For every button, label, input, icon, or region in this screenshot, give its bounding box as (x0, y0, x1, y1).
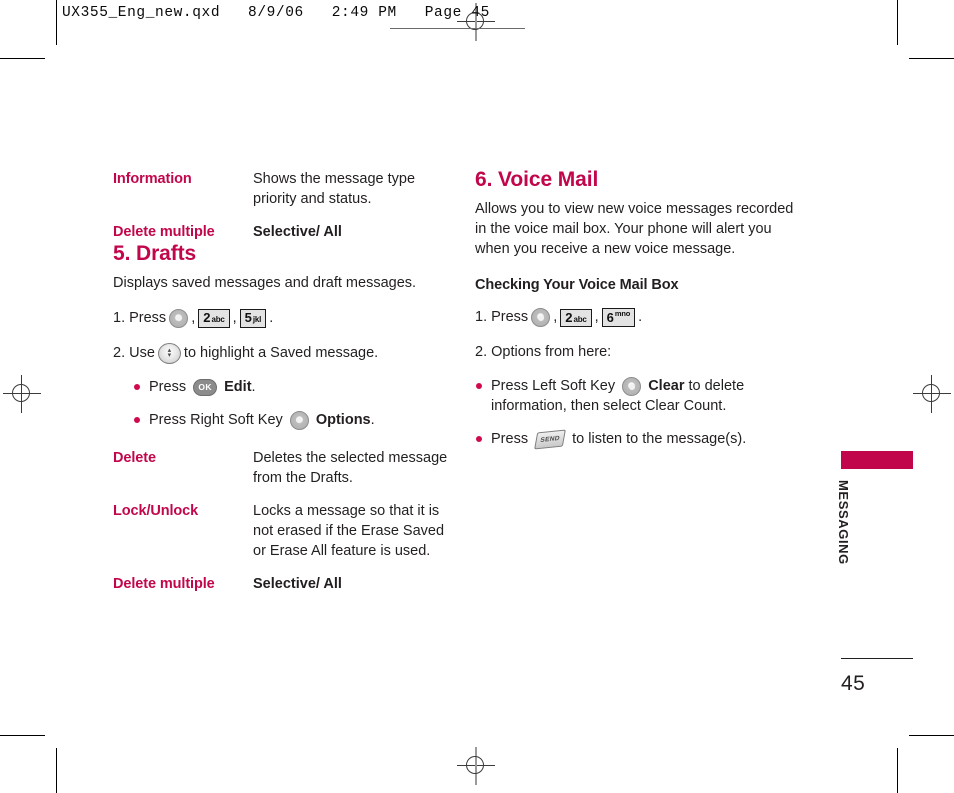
section-heading-voice-mail: 6. Voice Mail (475, 168, 599, 191)
step-separator: , (553, 309, 558, 326)
bullet-text-suffix: to listen to the message(s). (572, 431, 747, 448)
folio-rule (841, 658, 913, 659)
voice-mail-intro-text: Allows you to view new voice messages re… (475, 201, 794, 257)
definition-row-delete-multiple-top: Delete multiple Selective/ All (113, 222, 453, 242)
keypad-letters: jkl (252, 315, 262, 325)
crop-mark-top-left-vertical (56, 0, 57, 45)
center-key-icon (169, 308, 189, 328)
keypad-letters: abc (211, 315, 225, 325)
crop-mark-top-left-horizontal (0, 58, 45, 59)
bullet-press-left-soft-key-clear: Press Left Soft Key Clear to delete info… (475, 376, 805, 416)
side-tab-label-messaging: MESSAGING (836, 480, 851, 565)
bullet-press-send-listen: Press SEND to listen to the message(s). (475, 429, 805, 450)
definition-term: Delete multiple (113, 224, 215, 240)
definition-term: Delete multiple (113, 575, 215, 592)
definition-description: Selective/ All (253, 575, 342, 592)
bullet-bold-label: Edit (224, 378, 252, 395)
crop-mark-bottom-right-horizontal (909, 735, 954, 736)
step-end-period: . (638, 309, 643, 326)
step-text-suffix: to highlight a Saved message. (183, 344, 379, 361)
navigation-key-icon: ▴ ▾ (157, 342, 181, 364)
section-heading-drafts: 5. Drafts (113, 242, 197, 265)
bullet-text: Press (491, 431, 529, 448)
side-tab-color-bar (841, 451, 913, 469)
crop-mark-bottom-left-horizontal (0, 735, 45, 736)
definition-row-lock-unlock: Lock/Unlock Locks a message so that it i… (113, 501, 453, 561)
subheading-checking-voice-mail-box: Checking Your Voice Mail Box (475, 277, 679, 294)
bullet-period: . (370, 411, 375, 428)
definition-row-information: Information Shows the message type prior… (113, 169, 453, 209)
step-text: 2. Use (113, 344, 155, 361)
keypad-digit: 5 (244, 310, 252, 326)
keypad-letters: mno (614, 309, 631, 319)
right-column: 6. Voice Mail Allows you to view new voi… (475, 168, 805, 450)
bullet-text: Press Left Soft Key (491, 378, 616, 395)
bullet-press-edit: Press OK Edit. (133, 377, 453, 397)
keypad-key-5-icon: 5jkl (239, 309, 267, 328)
keypad-key-6-icon: 6mno (601, 308, 636, 328)
definition-term: Delete (113, 449, 156, 466)
keypad-key-2-icon: 2abc (560, 308, 592, 328)
definition-term: Information (113, 171, 192, 187)
ok-key-icon: OK (193, 378, 218, 396)
definition-row-delete-multiple-bottom: Delete multiple Selective/ All (113, 574, 453, 594)
crop-mark-bottom-left-vertical (56, 748, 57, 793)
bullet-bold-label: Options (315, 411, 371, 428)
bullet-bold-label: Clear (648, 378, 685, 395)
drafts-step-1: 1. Press , 2abc , 5jkl . (113, 308, 453, 329)
step-text: 1. Press (475, 309, 529, 326)
bullet-text: Press (149, 378, 187, 395)
voice-mail-step-1: 1. Press , 2abc , 6mno . (475, 307, 805, 328)
definition-description: Selective/ All (253, 224, 342, 240)
left-column: Information Shows the message type prior… (113, 168, 453, 594)
slug-rule (390, 28, 525, 29)
definition-term: Lock/Unlock (113, 502, 199, 519)
step-separator: , (191, 309, 196, 326)
keypad-digit: 2 (203, 310, 211, 326)
keypad-digit: 6 (606, 309, 614, 325)
definition-row-delete: Delete Deletes the selected message from… (113, 448, 453, 488)
registration-mark-left (3, 375, 41, 413)
crop-mark-top-right-vertical (897, 0, 898, 45)
registration-mark-right (913, 375, 951, 413)
keypad-key-2-icon: 2abc (198, 309, 230, 328)
keypad-digit: 2 (565, 309, 573, 325)
step-text: 1. Press (113, 309, 167, 326)
drafts-step-2: 2. Use ▴ ▾ to highlight a Saved message. (113, 342, 453, 364)
definition-description: Deletes the selected message from the Dr… (253, 449, 448, 486)
voice-mail-step-2: 2. Options from here: (475, 344, 612, 361)
keypad-letters: abc (573, 314, 587, 324)
bullet-period: . (251, 378, 256, 395)
send-key-icon: SEND (534, 429, 566, 450)
bullet-press-right-soft-key-options: Press Right Soft Key Options. (133, 410, 453, 430)
drafts-intro-text: Displays saved messages and draft messag… (113, 275, 417, 292)
crop-mark-bottom-right-vertical (897, 748, 898, 793)
center-key-icon (531, 308, 551, 328)
registration-mark-bottom (457, 747, 495, 785)
soft-key-icon (289, 410, 309, 430)
step-end-period: . (269, 309, 274, 326)
page-number: 45 (841, 672, 866, 695)
soft-key-icon (622, 377, 642, 396)
step-separator: , (232, 309, 237, 326)
crop-mark-top-right-horizontal (909, 58, 954, 59)
print-slug-line: UX355_Eng_new.qxd 8/9/06 2:49 PM Page 45 (62, 5, 490, 21)
definition-description: Shows the message type priority and stat… (253, 171, 416, 207)
definition-description: Locks a message so that it is not erased… (253, 502, 445, 559)
bullet-text: Press Right Soft Key (149, 411, 283, 428)
step-separator: , (594, 309, 599, 326)
